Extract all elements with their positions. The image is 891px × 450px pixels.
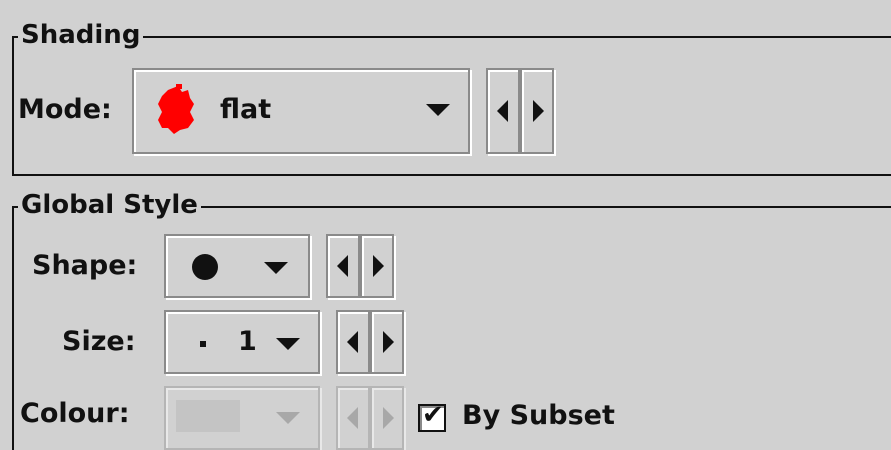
chevron-down-icon [426, 104, 450, 116]
arrow-left-icon [497, 100, 508, 122]
shading-border-top [12, 36, 891, 38]
filled-circle-icon [192, 254, 218, 280]
arrow-right-icon [383, 331, 394, 353]
shading-border-left [12, 36, 14, 176]
arrow-left-icon [337, 255, 348, 277]
red-blob-icon [158, 84, 194, 134]
arrow-left-icon [347, 407, 358, 429]
arrow-right-icon [373, 255, 384, 277]
by-subset-checkbox[interactable]: ✔ [418, 400, 446, 432]
size-label: Size: [62, 326, 136, 357]
colour-next-button[interactable] [370, 386, 404, 450]
colour-swatch [176, 400, 240, 432]
mode-label: Mode: [18, 94, 112, 125]
chevron-down-icon [276, 412, 300, 424]
size-value: 1 [238, 326, 257, 357]
colour-prev-button[interactable] [336, 386, 370, 450]
arrow-left-icon [347, 331, 358, 353]
mode-prev-button[interactable] [486, 68, 520, 154]
checkmark-icon: ✔ [422, 400, 444, 430]
size-next-button[interactable] [370, 310, 404, 374]
global-style-border-left [12, 206, 14, 450]
arrow-right-icon [533, 100, 544, 122]
mode-combobox[interactable]: flat [132, 68, 470, 154]
shape-next-button[interactable] [360, 234, 394, 298]
colour-combobox[interactable] [164, 386, 320, 450]
global-style-title: Global Style [18, 190, 201, 220]
size-prev-button[interactable] [336, 310, 370, 374]
chevron-down-icon [264, 262, 288, 274]
chevron-down-icon [276, 338, 300, 350]
small-square-icon [200, 341, 206, 347]
plot-style-panel: Shading Mode: flat Global Style Shape: S… [0, 0, 891, 450]
shape-label: Shape: [32, 250, 138, 281]
size-combobox[interactable]: 1 [164, 310, 320, 374]
by-subset-label: By Subset [462, 400, 615, 431]
shape-combobox[interactable] [164, 234, 310, 298]
arrow-right-icon [383, 407, 394, 429]
mode-value: flat [220, 94, 272, 125]
shading-title: Shading [18, 20, 144, 50]
mode-next-button[interactable] [520, 68, 554, 154]
shape-prev-button[interactable] [326, 234, 360, 298]
colour-label: Colour: [20, 398, 130, 429]
shading-border-bottom [12, 174, 891, 176]
